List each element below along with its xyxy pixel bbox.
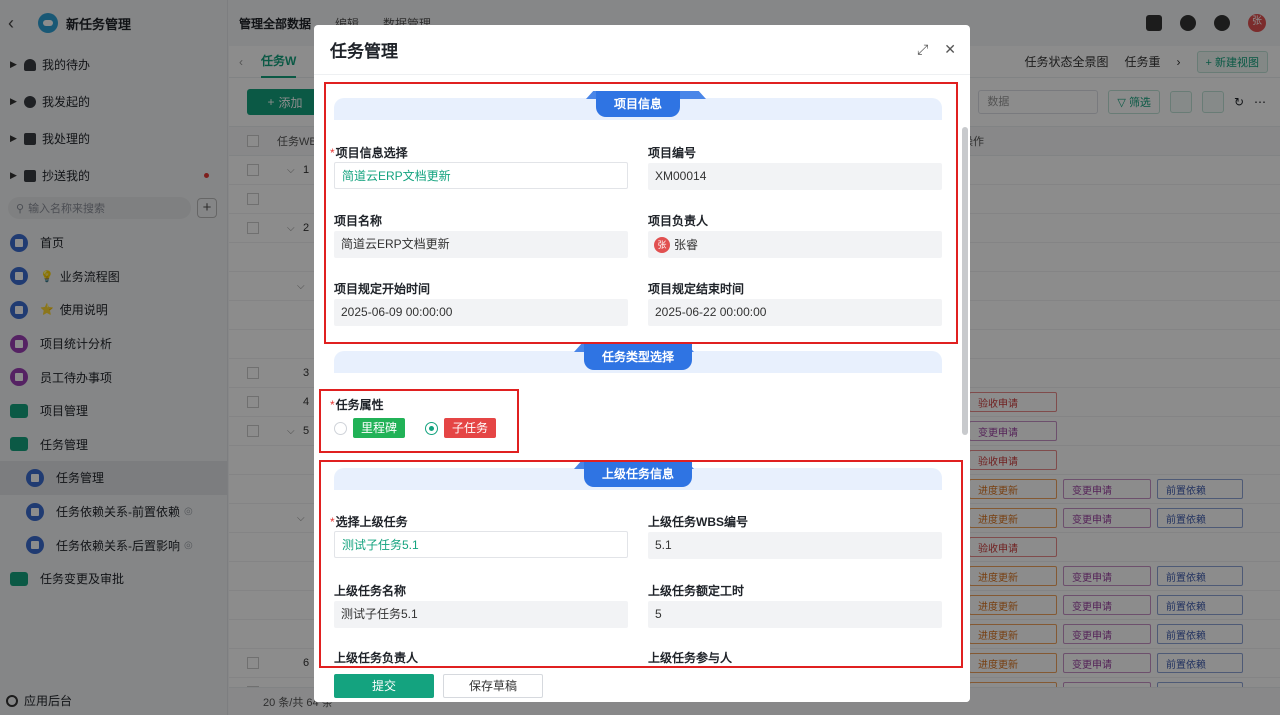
submit-button[interactable]: 提交 [334,674,434,698]
highlight-parent-section [319,460,963,668]
highlight-task-attr [319,389,519,453]
modal-header: 任务管理 ⤢ ✕ [314,25,970,75]
save-draft-button[interactable]: 保存草稿 [443,674,543,698]
section-tasktype-banner: 任务类型选择 [334,344,942,373]
modal-actions: ⤢ ✕ [917,41,956,58]
expand-icon[interactable]: ⤢ [917,41,928,58]
modal-title: 任务管理 [330,42,398,61]
task-modal: 任务管理 ⤢ ✕ 项目信息 *项目信息选择 简道云ERP文档更新 项目编号 XM… [314,25,970,702]
modal-footer: 提交 保存草稿 [314,672,970,702]
section-tasktype-ribbon: 任务类型选择 [573,344,694,370]
section-tasktype-title: 任务类型选择 [583,344,693,370]
scrollbar-thumb[interactable] [962,127,968,435]
highlight-project-section [324,82,958,344]
modal-body: 项目信息 *项目信息选择 简道云ERP文档更新 项目编号 XM00014 项目名… [314,75,970,702]
close-icon[interactable]: ✕ [944,41,956,58]
